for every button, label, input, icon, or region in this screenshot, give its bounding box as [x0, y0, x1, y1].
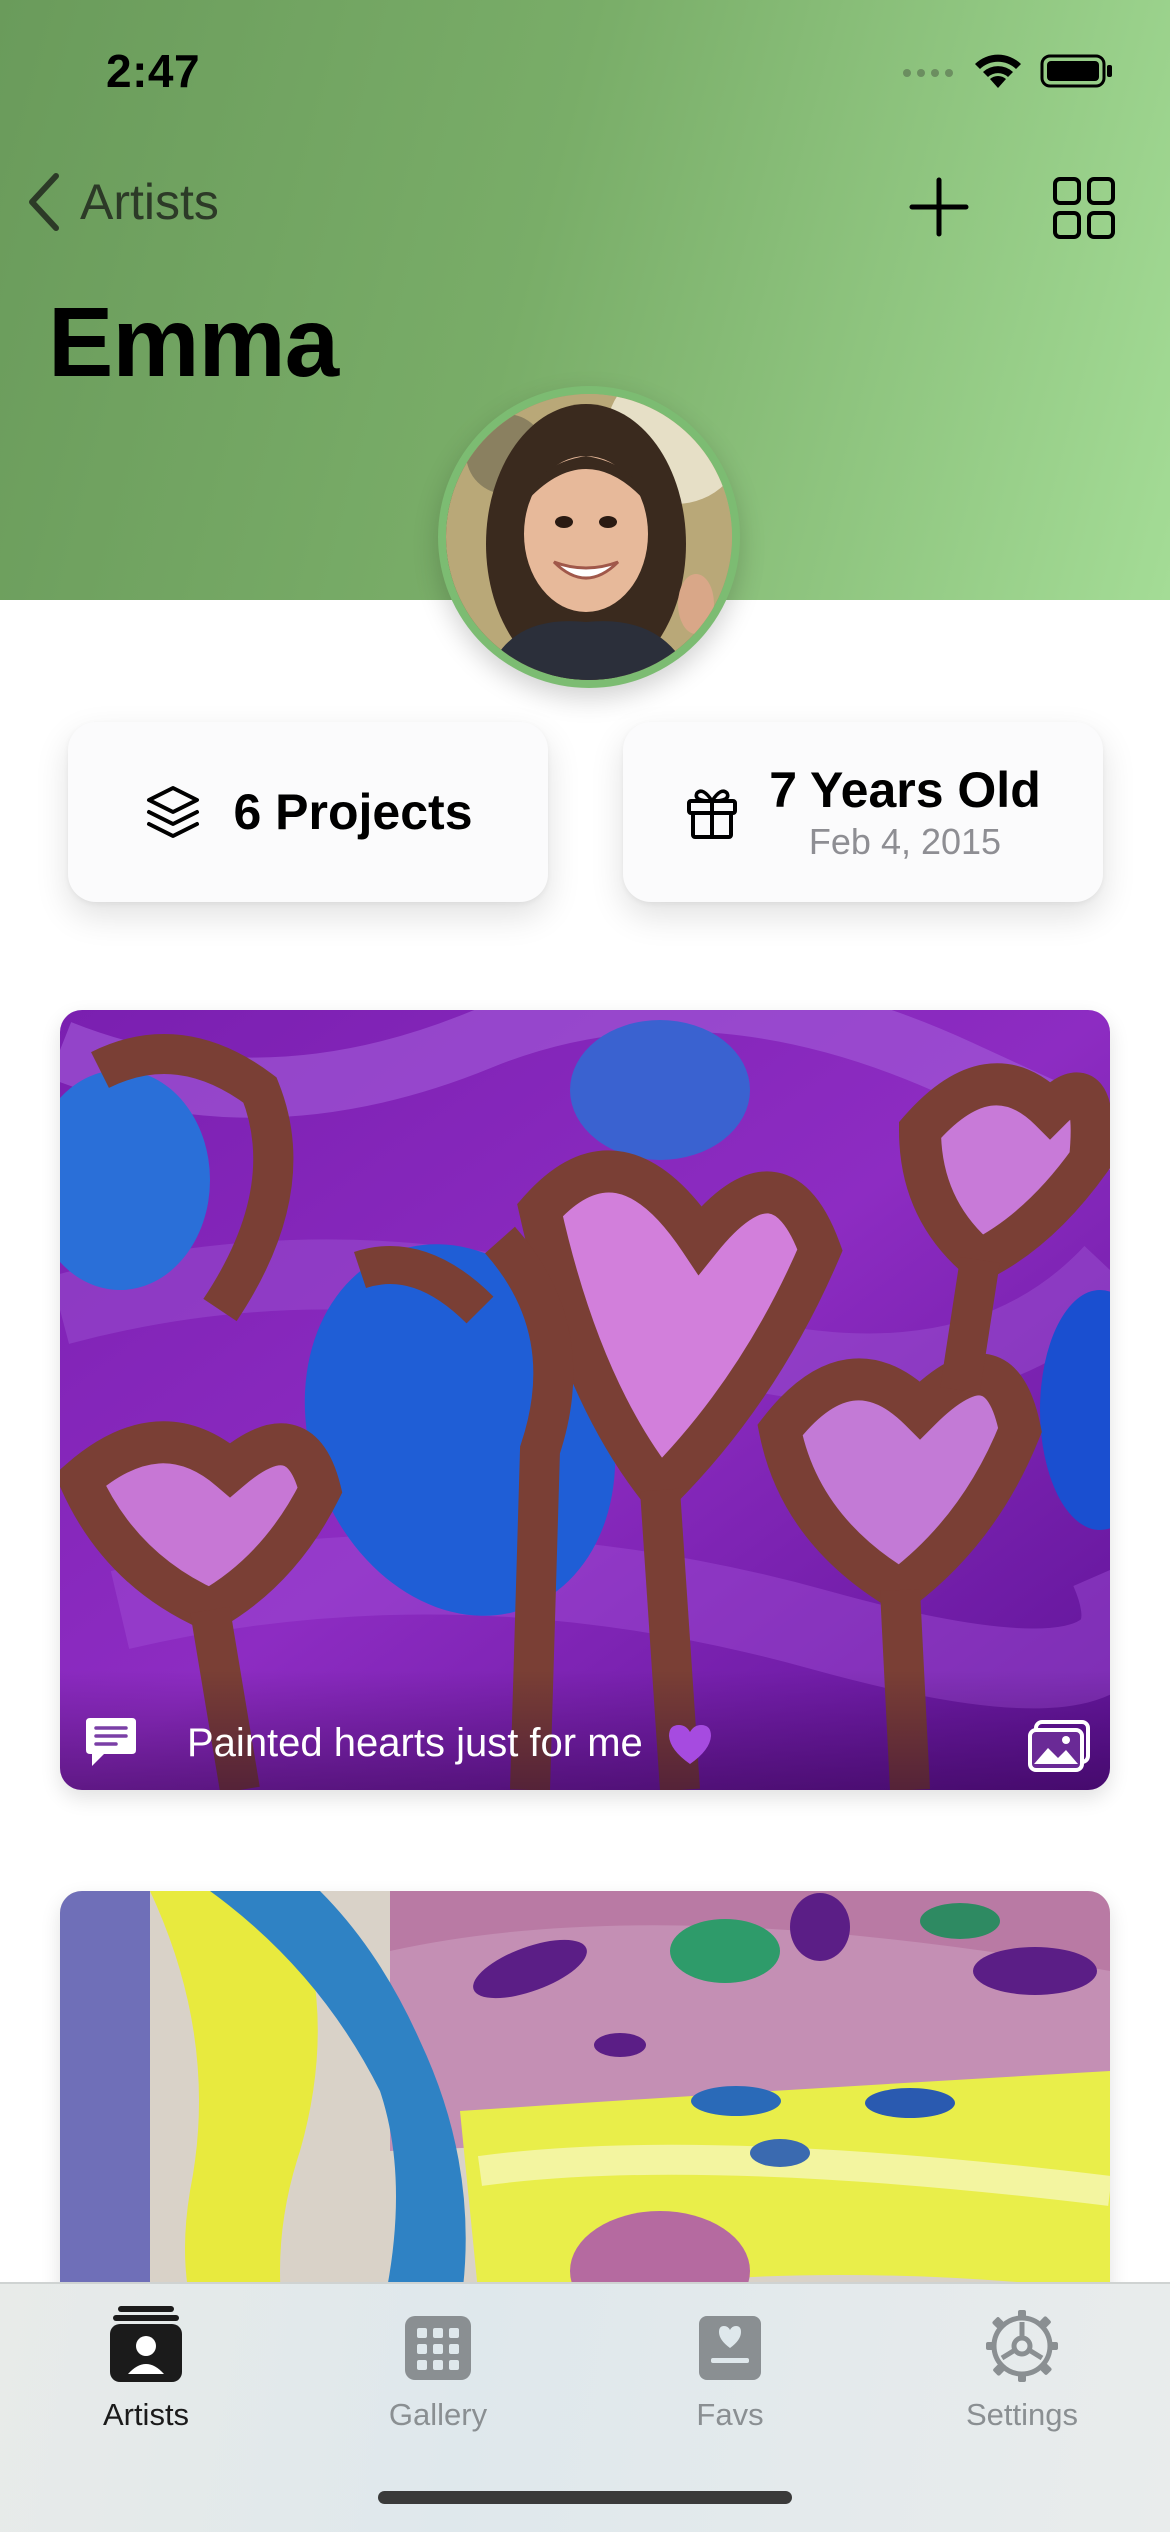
- artwork-card[interactable]: Painted hearts just for me: [60, 1010, 1110, 1790]
- back-label: Artists: [80, 174, 219, 230]
- avatar-photo: [446, 394, 732, 680]
- home-indicator[interactable]: [378, 2491, 792, 2504]
- comment-icon[interactable]: [82, 1714, 140, 1770]
- birthdate-label: Feb 4, 2015: [808, 821, 1002, 862]
- projects-count: 6 Projects: [233, 784, 473, 840]
- tab-artists[interactable]: Artists: [46, 2304, 246, 2433]
- purple-heart-icon: [669, 1725, 711, 1764]
- tab-label: Artists: [102, 2397, 190, 2432]
- artwork-caption: Painted hearts just for me: [187, 1721, 643, 1765]
- artwork-caption-bar: Painted hearts just for me: [60, 1670, 1110, 1790]
- age-stat-card: 7 Years Old Feb 4, 2015: [623, 722, 1103, 902]
- wifi-icon: [975, 54, 1021, 88]
- tab-label: Settings: [965, 2397, 1078, 2432]
- photos-icon[interactable]: [1026, 1718, 1092, 1774]
- grid-icon: [1053, 177, 1115, 239]
- avatar[interactable]: [438, 386, 740, 688]
- status-time: 2:47: [106, 45, 201, 97]
- gift-icon: [687, 789, 738, 839]
- page-title: Emma: [48, 287, 339, 397]
- age-label: 7 Years Old: [769, 762, 1041, 818]
- add-button[interactable]: [908, 176, 970, 243]
- projects-stat-card: 6 Projects: [68, 722, 548, 902]
- tab-favs[interactable]: Favs: [630, 2304, 830, 2433]
- cellular-signal-icon: [903, 69, 953, 77]
- status-icons: [902, 52, 1114, 90]
- back-button[interactable]: Artists: [26, 172, 219, 232]
- tab-gallery[interactable]: Gallery: [338, 2304, 538, 2433]
- layers-icon: [147, 786, 200, 838]
- gear-icon: [986, 2310, 1058, 2382]
- tab-settings[interactable]: Settings: [922, 2304, 1122, 2433]
- gallery-grid-icon: [405, 2316, 471, 2380]
- favorite-card-icon: [699, 2316, 761, 2380]
- chevron-left-icon: [29, 173, 59, 231]
- tab-label: Gallery: [388, 2397, 488, 2432]
- grid-view-button[interactable]: [1052, 176, 1116, 245]
- battery-icon: [1040, 54, 1112, 88]
- tab-label: Favs: [696, 2397, 764, 2432]
- artist-card-icon: [110, 2306, 182, 2382]
- plus-icon: [909, 177, 969, 237]
